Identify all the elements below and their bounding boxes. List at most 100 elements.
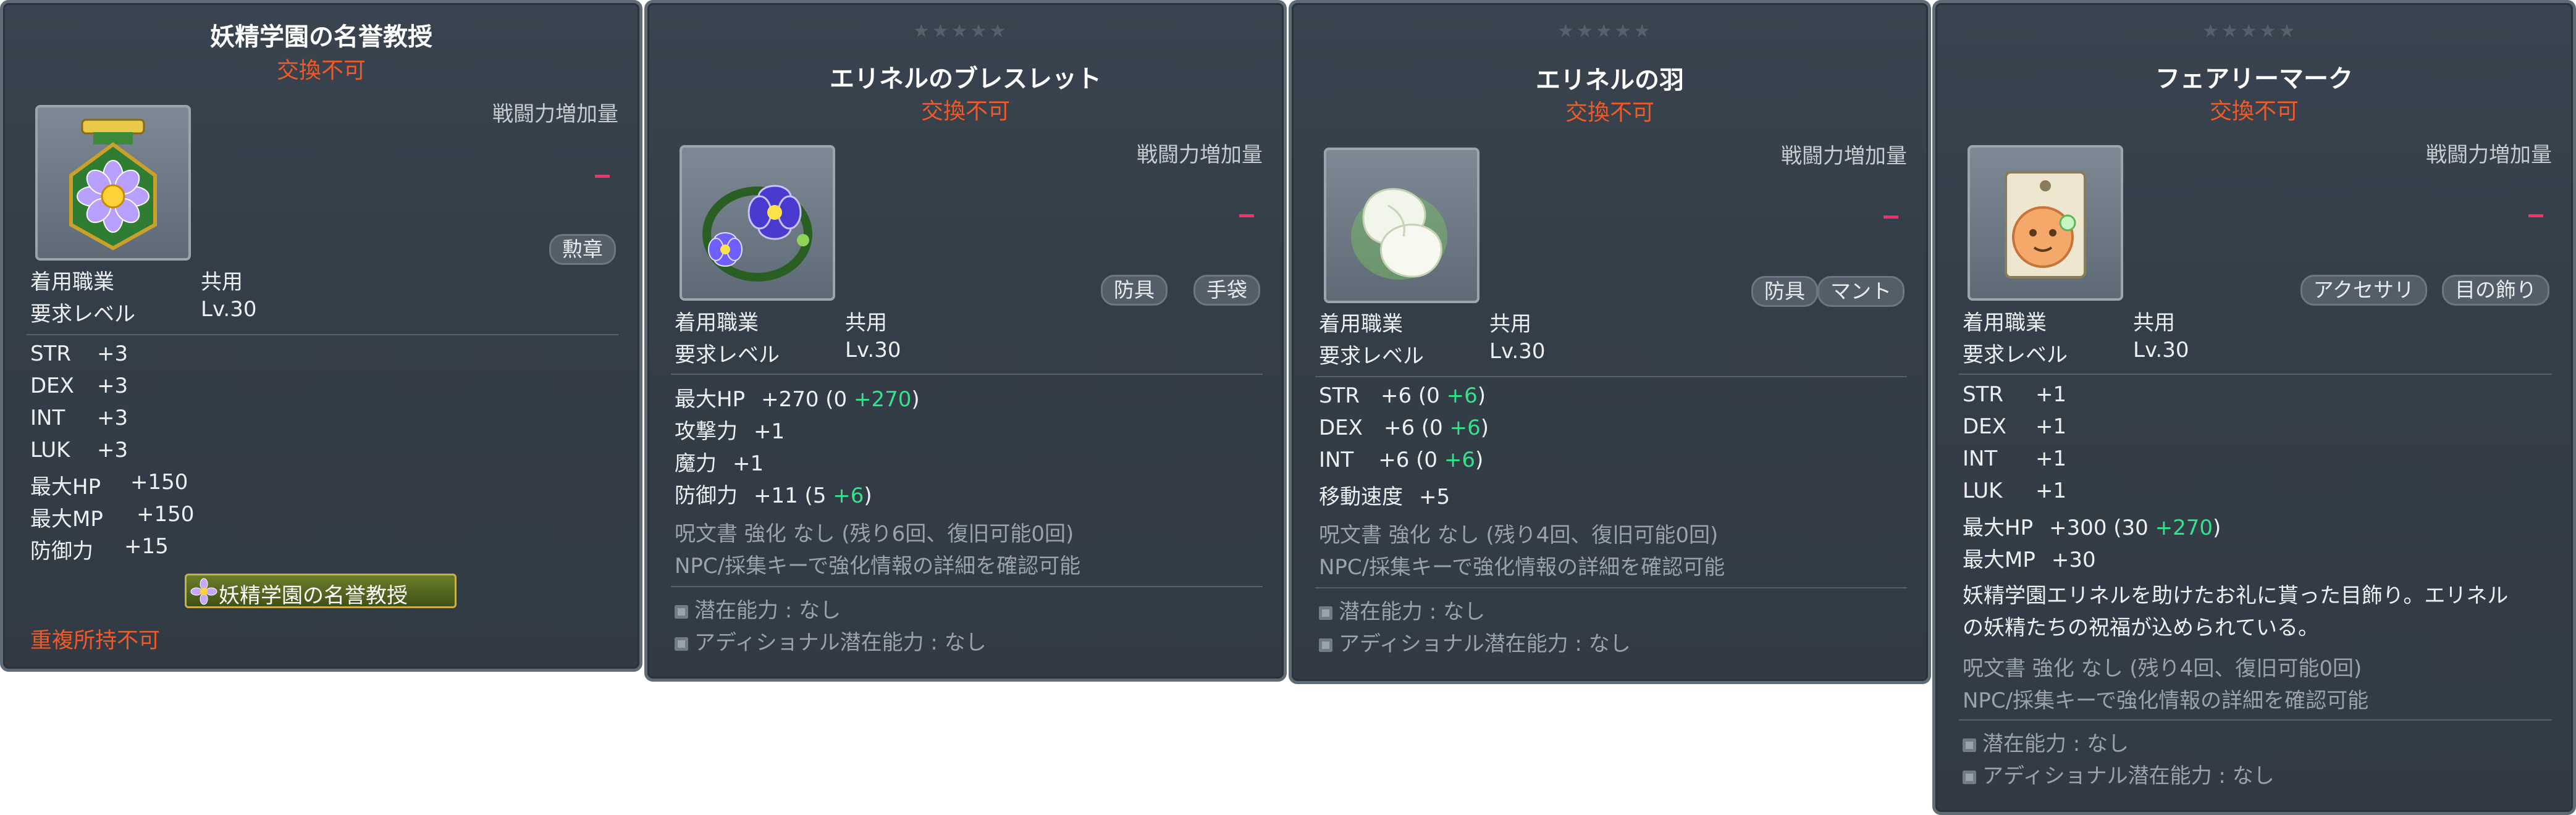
- stat-name: 魔力: [675, 451, 717, 476]
- stat-value: +1: [2035, 479, 2067, 503]
- stat-row: INT +6 (0 +6): [1319, 448, 1483, 472]
- npc-upgrade-hint: NPC/採集キーで強化情報の詳細を確認可能: [675, 554, 1081, 579]
- stat-close: ): [1480, 416, 1489, 440]
- divider: [1315, 376, 1907, 377]
- additional-potential-text: アディショナル潜在能力 : なし: [1339, 632, 1631, 656]
- stat-name: 防御力: [675, 483, 738, 508]
- flower-icon: [190, 578, 217, 605]
- star-force-stars: ★★★★★: [1557, 20, 1653, 42]
- potential-text: 潜在能力 : なし: [1339, 600, 1486, 624]
- level-value: Lv.30: [2133, 338, 2189, 362]
- untradeable-label: 交換不可: [276, 58, 366, 83]
- item-description-line: の妖精たちの祝福が込められている。: [1963, 616, 2319, 640]
- combat-power-label: 戦闘力増加量: [1137, 143, 1263, 167]
- job-value: 共用: [1489, 312, 1531, 336]
- stat-row: 最大HP +300 (30 +270): [1963, 511, 2221, 541]
- stat-name: 最大MP: [30, 507, 103, 532]
- stat-bonus: +6: [1449, 416, 1481, 440]
- unique-item-note: 重複所持不可: [30, 629, 161, 653]
- stat-value: +30: [2051, 548, 2096, 572]
- item-tooltip-elinel-bracelet: ★★★★★ エリネルのブレスレット 交換不可 戦闘力増加量 防具 手袋 着用職業…: [644, 0, 1287, 682]
- item-tooltip-fairy-mark: ★★★★★ フェアリーマーク 交換不可 戦闘力増加量 アクセサリ 目の飾り 着用…: [1932, 0, 2576, 815]
- star-force-stars: ★★★★★: [2202, 20, 2298, 42]
- level-value: Lv.30: [1489, 339, 1546, 364]
- stat-value: +1: [754, 419, 785, 444]
- level-label: 要求レベル: [1963, 343, 2068, 367]
- npc-upgrade-hint: NPC/採集キーで強化情報の詳細を確認可能: [1963, 688, 2369, 713]
- potential-bullet-icon: [1963, 738, 1976, 752]
- job-value: 共用: [2133, 311, 2175, 335]
- additional-potential-text: アディショナル潜在能力 : なし: [1982, 764, 2275, 788]
- stat-row: 魔力 +1: [675, 446, 764, 477]
- stat-name: LUK: [1963, 479, 2003, 503]
- tag-medal: 勲章: [549, 234, 616, 265]
- potential-row: 潜在能力 : なし: [675, 593, 841, 624]
- eye-accessory-icon: [2005, 171, 2086, 278]
- combat-power-label: 戦闘力増加量: [492, 102, 618, 127]
- combat-power-label: 戦闘力増加量: [2426, 143, 2552, 167]
- wings-icon: [1351, 188, 1447, 280]
- stat-row: 最大HP +270 (0 +270): [675, 382, 920, 412]
- level-label: 要求レベル: [30, 302, 135, 327]
- item-title: エリネルの羽: [1536, 66, 1684, 94]
- stat-name: 最大HP: [675, 387, 746, 412]
- potential-bullet-icon: [1319, 638, 1332, 652]
- stat-name: INT: [30, 406, 65, 430]
- job-label: 着用職業: [1319, 312, 1403, 336]
- scroll-upgrade-info: 呪文書 強化 なし (残り4回、復旧可能0回): [1963, 656, 2362, 681]
- job-value: 共用: [845, 311, 887, 335]
- star-force-stars: ★★★★★: [913, 20, 1009, 42]
- item-icon-frame: [35, 105, 191, 261]
- tag-armor: 防具: [1751, 276, 1818, 307]
- item-description-line: 妖精学園エリネルを助けたお礼に貰った目飾り。エリネル: [1963, 583, 2509, 608]
- stat-row: DEX +6 (0 +6): [1319, 416, 1489, 440]
- job-label: 着用職業: [30, 270, 114, 295]
- stat-name: DEX: [1963, 414, 2006, 439]
- item-icon-frame: [1968, 145, 2123, 301]
- job-label: 着用職業: [675, 311, 759, 335]
- item-icon-frame: [680, 145, 835, 301]
- untradeable-label: 交換不可: [920, 99, 1010, 124]
- stat-bonus: +6: [833, 483, 864, 508]
- potential-bullet-icon: [675, 604, 688, 619]
- combat-power-dash: [2528, 214, 2543, 217]
- stat-value: +6 (0: [1380, 383, 1447, 408]
- stat-value: +15: [124, 534, 169, 559]
- stat-name: STR: [1963, 382, 2003, 407]
- job-value: 共用: [201, 270, 243, 295]
- stat-close: ): [1475, 448, 1484, 472]
- combat-power-dash: [1239, 214, 1254, 217]
- stat-row: 攻撃力 +1: [675, 414, 785, 445]
- stat-value: +6 (0: [1383, 416, 1450, 440]
- level-value: Lv.30: [201, 297, 257, 322]
- stat-name: LUK: [30, 438, 70, 462]
- item-tooltip-elinel-wings: ★★★★★ エリネルの羽 交換不可 戦闘力増加量 防具 マント 着用職業 共用 …: [1289, 0, 1931, 684]
- tag-gloves: 手袋: [1193, 275, 1260, 306]
- divider: [1959, 374, 2552, 375]
- stat-value: +1: [2035, 446, 2067, 471]
- stat-value: +6 (0: [1378, 448, 1444, 472]
- untradeable-label: 交換不可: [1565, 100, 1654, 125]
- stat-close: ): [2213, 516, 2221, 540]
- stat-name: STR: [1319, 383, 1360, 408]
- stat-name: 移動速度: [1319, 485, 1403, 509]
- additional-potential-row: アディショナル潜在能力 : なし: [675, 625, 987, 656]
- job-label: 着用職業: [1963, 311, 2047, 335]
- divider: [27, 334, 618, 335]
- medal-name-banner: 妖精学園の名誉教授: [185, 574, 457, 608]
- potential-row: 潜在能力 : なし: [1963, 727, 2129, 757]
- untradeable-label: 交換不可: [2209, 99, 2299, 124]
- stat-row: 防御力 +11 (5 +6): [675, 479, 872, 509]
- item-title: 妖精学園の名誉教授: [210, 23, 432, 51]
- additional-potential-text: アディショナル潜在能力 : なし: [694, 630, 987, 655]
- stat-close: ): [864, 483, 872, 508]
- potential-bullet-icon: [1319, 606, 1332, 620]
- potential-bullet-icon: [1963, 770, 1976, 784]
- scroll-upgrade-info: 呪文書 強化 なし (残り4回、復旧可能0回): [1319, 523, 1719, 548]
- stat-bonus: +270: [2155, 516, 2213, 540]
- divider: [1315, 587, 1907, 588]
- stat-value: +11 (5: [754, 483, 833, 508]
- potential-text: 潜在能力 : なし: [1982, 732, 2129, 756]
- stat-close: ): [911, 387, 920, 412]
- stat-name: DEX: [30, 374, 74, 398]
